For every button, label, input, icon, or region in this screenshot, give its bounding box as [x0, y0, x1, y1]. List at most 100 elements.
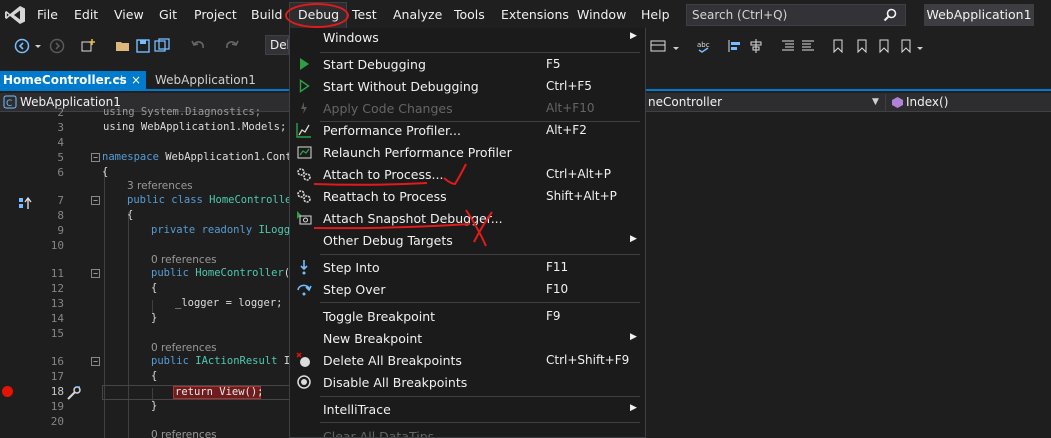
align-center-icon[interactable] [748, 38, 764, 54]
menu-edit[interactable]: Edit [74, 7, 98, 23]
code-line-3: using WebApplication1.Models; [103, 121, 287, 133]
menu-item-performance-profiler[interactable]: Performance Profiler... Alt+F2 [290, 119, 645, 141]
tab-label: HomeController.cs [3, 73, 127, 87]
redo-icon[interactable] [224, 38, 240, 54]
line-number: 12 [50, 282, 64, 295]
menu-item-reattach-to-process[interactable]: Reattach to Process Shift+Alt+P [290, 185, 645, 207]
debug-dropdown-menu: Windows ▶ Start Debugging F5 Start Witho… [289, 28, 646, 438]
bookmark-next-icon[interactable] [876, 38, 892, 54]
tab-webapplication1[interactable]: WebApplication1 [155, 73, 256, 87]
submenu-arrow-icon: ▶ [630, 234, 637, 244]
comment-lines-icon[interactable] [780, 38, 796, 54]
namespace-name: WebApplication1.Contr [158, 151, 298, 163]
menu-help[interactable]: Help [641, 7, 670, 23]
menu-item-attach-to-process[interactable]: Attach to Process... Ctrl+Alt+P [290, 163, 645, 185]
menu-item-other-debug-targets[interactable]: Other Debug Targets ▶ [290, 229, 645, 251]
menu-item-label: IntelliTrace [323, 402, 391, 417]
menu-file[interactable]: File [37, 7, 58, 23]
breakpoint-icon[interactable] [2, 386, 13, 397]
line-number: 16 [50, 355, 64, 368]
class-dropdown[interactable]: neController [648, 95, 722, 109]
back-icon[interactable] [14, 38, 30, 54]
uncomment-lines-icon[interactable] [800, 38, 816, 54]
forward-icon[interactable] [49, 38, 65, 54]
menu-item-start-debugging[interactable]: Start Debugging F5 [290, 53, 645, 75]
chevron-down-icon[interactable] [916, 38, 924, 54]
line-number: 11 [50, 267, 64, 280]
menu-item-label: Attach to Process... [323, 167, 444, 182]
collapse-icon[interactable]: − [91, 196, 100, 205]
code-line-9: private readonly ILogge [151, 223, 296, 237]
menu-item-delete-all-breakpoints[interactable]: Delete All Breakpoints Ctrl+Shift+F9 [290, 349, 645, 371]
search-icon [883, 8, 897, 22]
codelens-references[interactable]: 0 references [151, 429, 217, 438]
keyword: public [151, 267, 189, 279]
codelens-test-icon[interactable] [18, 196, 34, 210]
spellcheck-icon[interactable]: abc [696, 38, 712, 54]
menu-extensions[interactable]: Extensions [501, 7, 569, 23]
tab-homecontroller[interactable]: HomeController.cs ⊣ × [0, 71, 146, 91]
menu-item-attach-snapshot-debugger[interactable]: Attach Snapshot Debugger... [290, 207, 645, 229]
chevron-down-icon[interactable] [33, 38, 43, 54]
menu-project[interactable]: Project [194, 7, 237, 23]
menu-item-windows[interactable]: Windows ▶ [290, 28, 645, 48]
menu-window[interactable]: Window [577, 7, 626, 23]
new-project-icon[interactable] [80, 38, 96, 54]
menu-item-disable-all-breakpoints[interactable]: Disable All Breakpoints [290, 371, 645, 393]
line-number: 13 [50, 297, 64, 310]
solution-name-badge[interactable]: WebApplication1 [924, 4, 1034, 26]
menu-item-shortcut: Ctrl+Shift+F9 [546, 353, 630, 367]
menu-item-start-without-debugging[interactable]: Start Without Debugging Ctrl+F5 [290, 75, 645, 97]
bookmark-clear-icon[interactable] [898, 38, 914, 54]
svg-text:C: C [6, 99, 12, 109]
align-left-icon[interactable] [727, 38, 743, 54]
menu-view[interactable]: View [114, 7, 144, 23]
pin-icon[interactable]: ⊣ [113, 73, 125, 86]
menu-item-shortcut: Ctrl+F5 [546, 79, 592, 93]
keyword: public class [127, 194, 203, 206]
codelens-references[interactable]: 3 references [127, 180, 193, 193]
menu-item-label: Step Into [323, 260, 380, 275]
menu-item-relaunch-performance-profiler[interactable]: Relaunch Performance Profiler [290, 141, 645, 163]
member-dropdown[interactable]: Index() [906, 95, 948, 109]
line-number: 7 [57, 194, 64, 207]
menu-item-shortcut: Shift+Alt+P [546, 189, 617, 203]
save-icon[interactable] [135, 38, 151, 54]
menu-test[interactable]: Test [352, 7, 377, 23]
code-line-17: { [151, 370, 158, 382]
code-line-11: public HomeController(I [151, 266, 296, 280]
menu-item-intellitrace[interactable]: IntelliTrace ▶ [290, 398, 645, 420]
bookmark-icon[interactable] [830, 38, 846, 54]
menu-item-toggle-breakpoint[interactable]: Toggle Breakpoint F9 [290, 305, 645, 327]
menu-item-step-into[interactable]: Step Into F11 [290, 256, 645, 278]
menu-item-label: Disable All Breakpoints [323, 375, 468, 390]
menu-bar: File Edit View Git Project Build Debug T… [0, 0, 1051, 30]
menu-git[interactable]: Git [159, 7, 177, 23]
solution-configuration-select[interactable]: Deb [265, 35, 289, 55]
chevron-down-icon[interactable] [672, 38, 680, 54]
close-icon[interactable]: × [131, 73, 141, 87]
toolbar-layout-icon[interactable] [650, 38, 666, 54]
collapse-icon[interactable]: − [91, 153, 100, 162]
collapse-icon[interactable]: − [91, 269, 100, 278]
save-all-icon[interactable] [154, 38, 170, 54]
method-icon [892, 97, 903, 108]
bookmark-prev-icon[interactable] [854, 38, 870, 54]
search-input[interactable]: Search (Ctrl+Q) [686, 4, 906, 26]
undo-icon[interactable] [190, 38, 206, 54]
menu-analyze[interactable]: Analyze [393, 7, 442, 23]
menu-tools[interactable]: Tools [454, 7, 485, 23]
line-number: 4 [57, 136, 64, 149]
menu-item-label: Other Debug Targets [323, 233, 453, 248]
disable-breakpoints-icon [297, 375, 311, 389]
chevron-down-icon[interactable]: ▼ [872, 97, 879, 107]
code-line-16: public IActionResult In [151, 354, 296, 368]
collapse-icon[interactable]: − [91, 357, 100, 366]
open-folder-icon[interactable] [115, 38, 131, 54]
profiler-relaunch-icon [297, 146, 312, 159]
menu-item-new-breakpoint[interactable]: New Breakpoint ▶ [290, 327, 645, 349]
wrench-icon[interactable] [66, 385, 82, 401]
profiler-icon [296, 123, 311, 138]
menu-build[interactable]: Build [251, 7, 282, 23]
menu-item-step-over[interactable]: Step Over F10 [290, 278, 645, 300]
